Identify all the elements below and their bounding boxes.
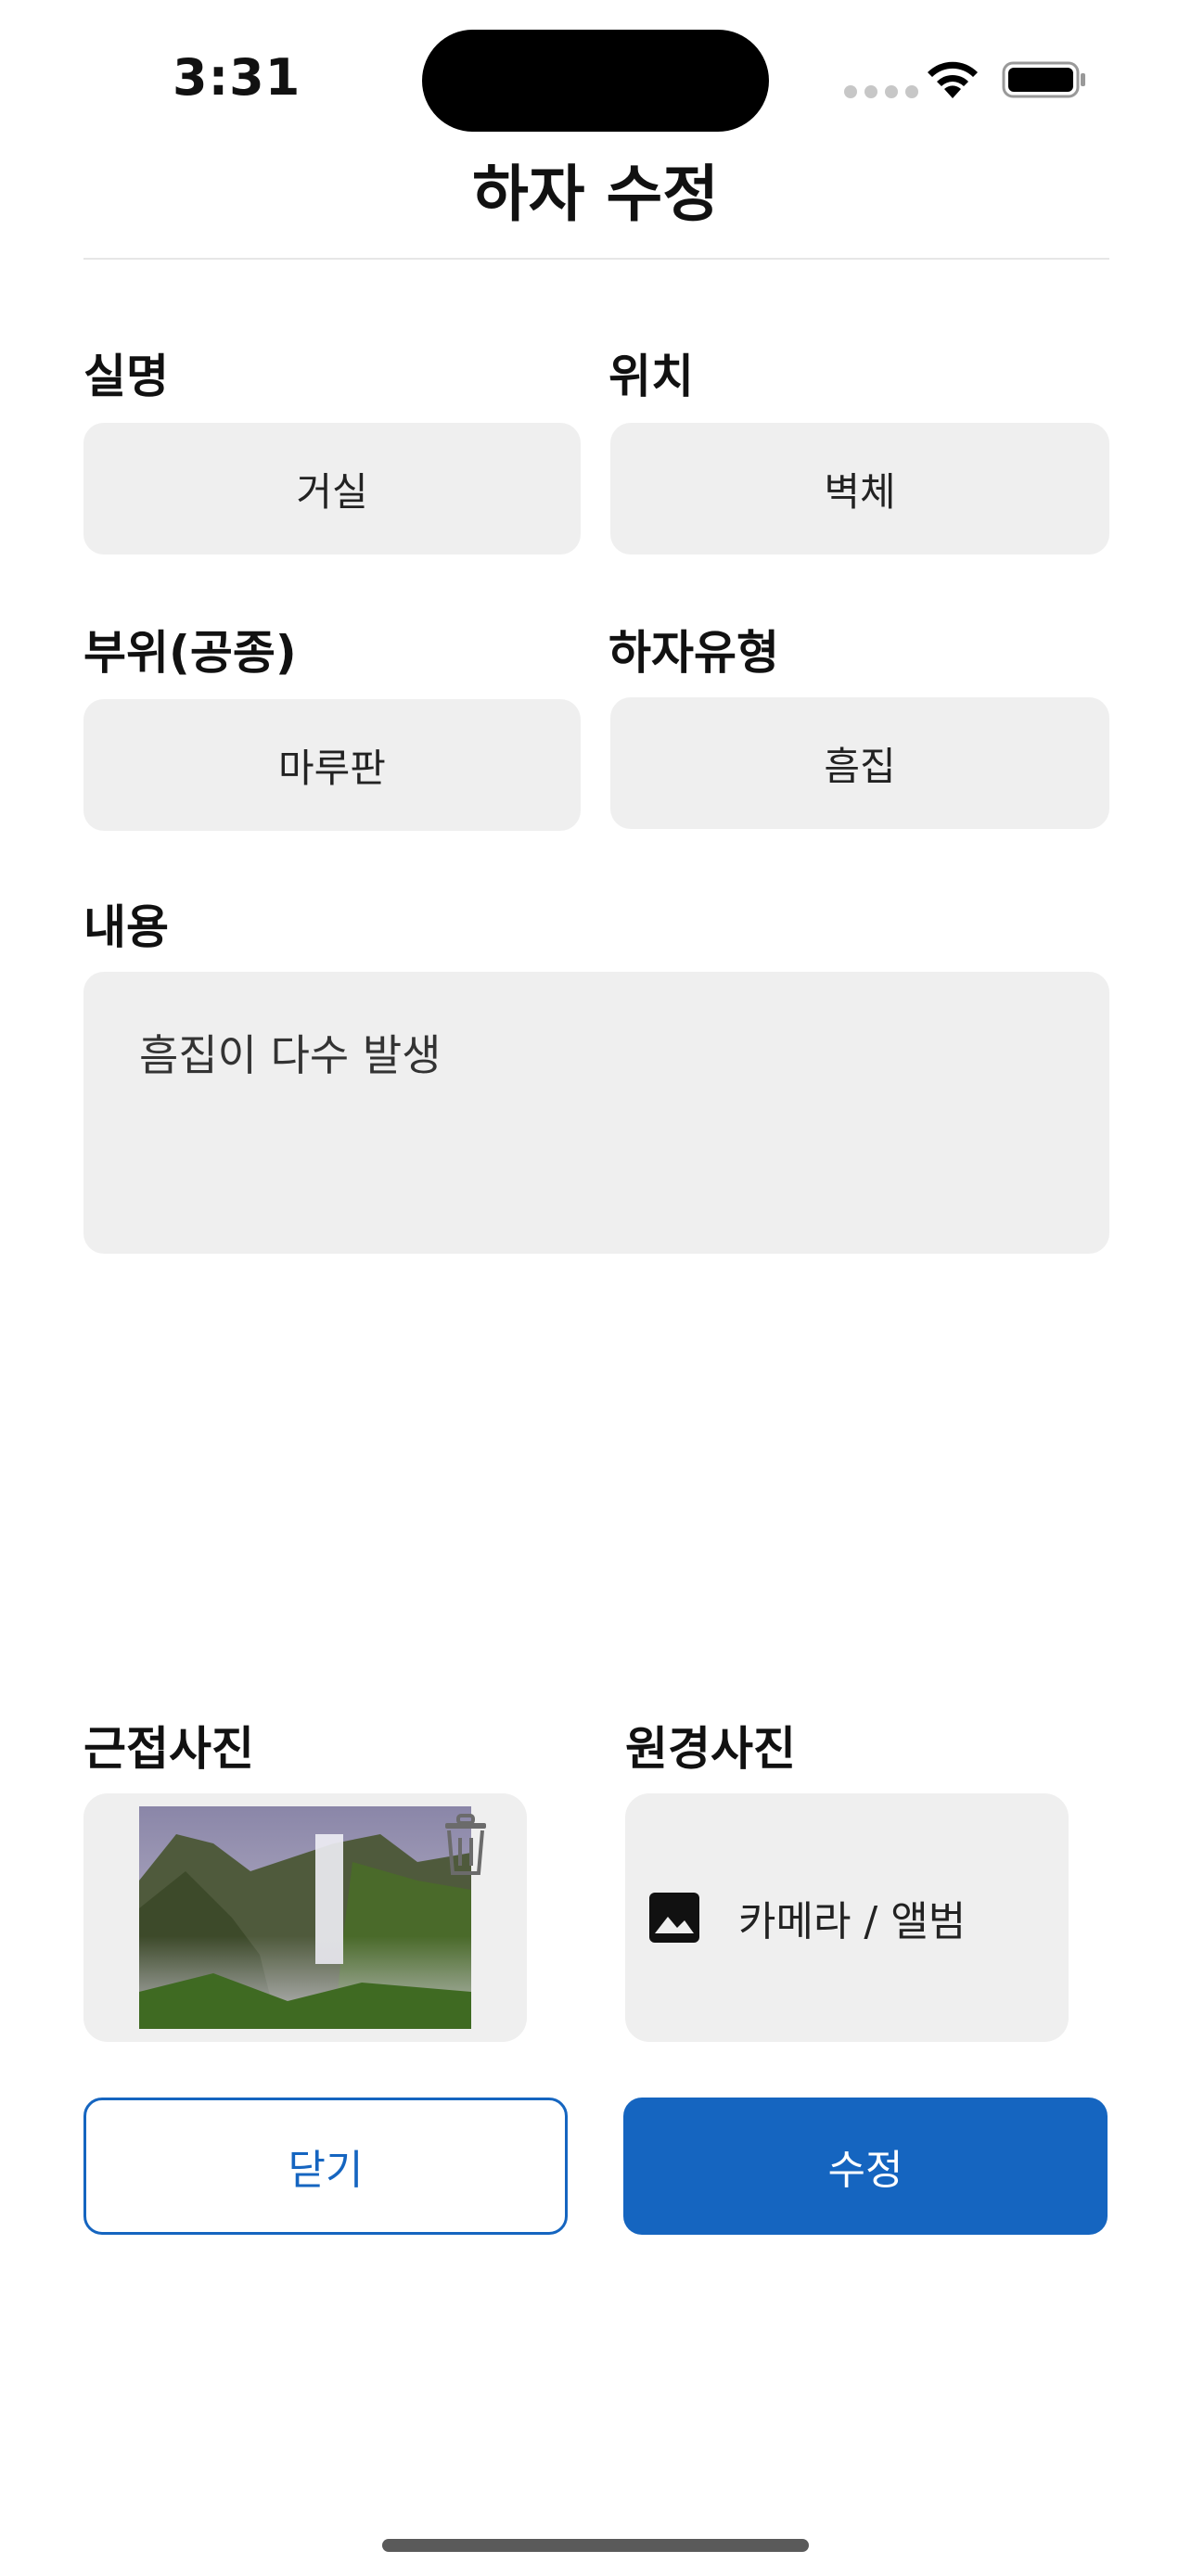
cellular-signal-icon xyxy=(844,85,918,98)
header-divider xyxy=(83,258,1109,260)
closeup-photo-thumbnail[interactable] xyxy=(139,1806,471,2029)
image-icon xyxy=(649,1893,699,1943)
distant-photo-label: 원경사진 xyxy=(625,1722,796,1776)
part-label: 부위(공종) xyxy=(83,626,297,680)
battery-icon xyxy=(1002,61,1085,98)
closeup-photo-label: 근접사진 xyxy=(83,1722,254,1776)
defect-type-label: 하자유형 xyxy=(608,626,779,680)
content-textarea[interactable]: 흠집이 다수 발생 xyxy=(83,972,1109,1254)
close-button[interactable]: 닫기 xyxy=(83,2098,568,2235)
edit-button[interactable]: 수정 xyxy=(623,2098,1108,2235)
closeup-photo-card[interactable] xyxy=(83,1793,527,2042)
room-label: 실명 xyxy=(83,350,169,403)
part-value: 마루판 xyxy=(278,745,386,791)
room-field[interactable]: 거실 xyxy=(83,423,581,555)
page-title: 하자 수정 xyxy=(472,159,719,230)
camera-album-label: 카메라 / 앨범 xyxy=(738,1898,967,1945)
defect-type-value: 흠집 xyxy=(824,743,896,789)
room-value: 거실 xyxy=(296,468,368,515)
home-indicator xyxy=(382,2539,809,2552)
defect-type-field[interactable]: 흠집 xyxy=(610,697,1109,829)
dynamic-island xyxy=(422,30,769,132)
content-label: 내용 xyxy=(83,900,169,954)
trash-icon[interactable] xyxy=(438,1812,493,1877)
status-time: 3:31 xyxy=(173,48,301,107)
wifi-icon xyxy=(928,61,978,98)
location-label: 위치 xyxy=(608,350,694,403)
location-value: 벽체 xyxy=(824,468,896,515)
location-field[interactable]: 벽체 xyxy=(610,423,1109,555)
part-field[interactable]: 마루판 xyxy=(83,699,581,831)
distant-photo-picker[interactable]: 카메라 / 앨범 xyxy=(625,1793,1069,2042)
